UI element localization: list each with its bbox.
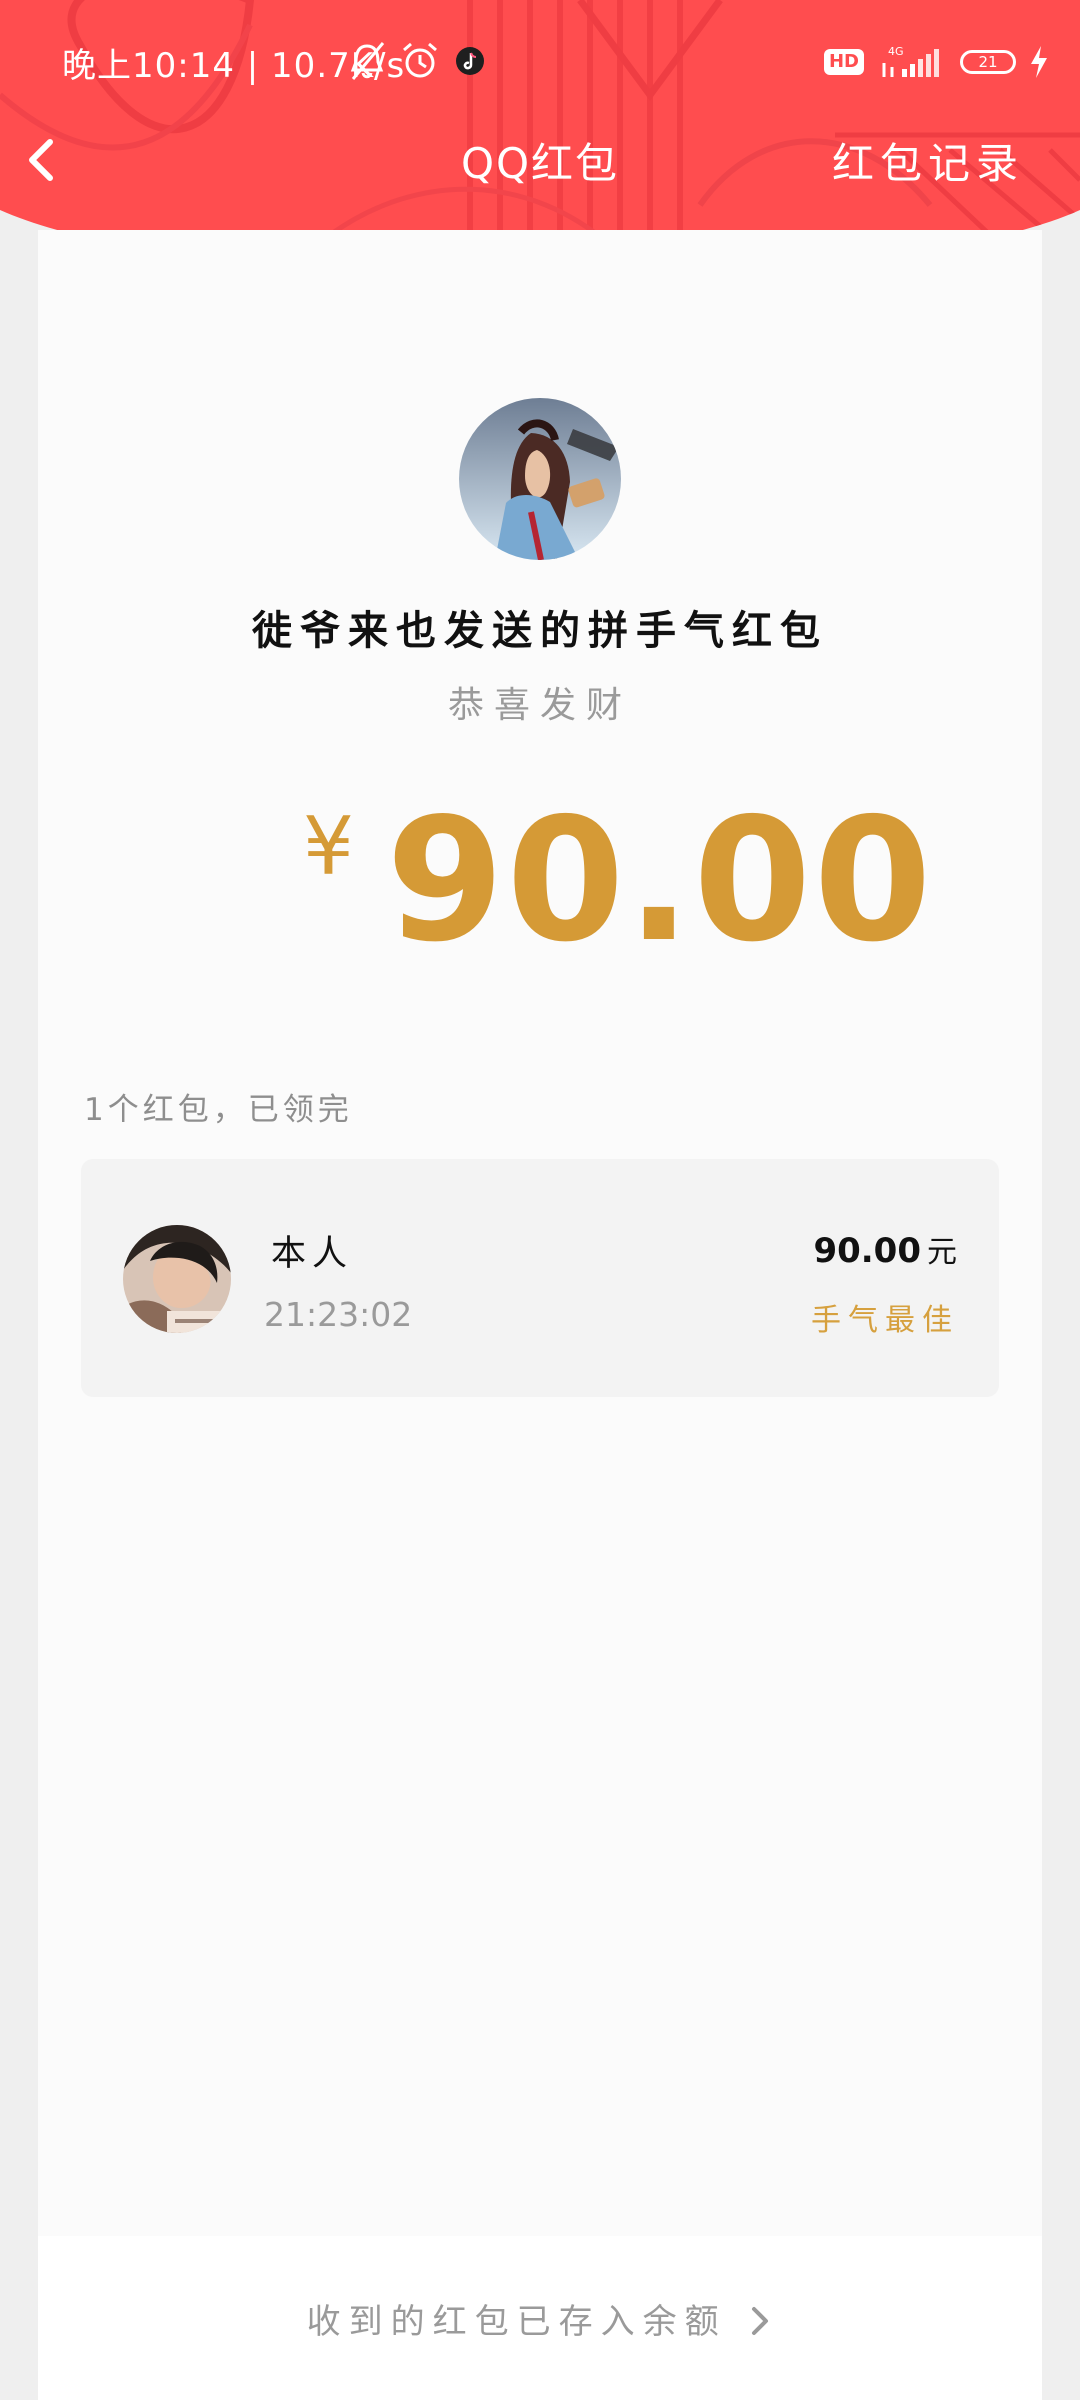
recipient-amount-number: 90.00 (813, 1231, 921, 1271)
alarm-clock-icon (403, 42, 437, 78)
claim-summary: 1个红包，已领完 (84, 1092, 353, 1128)
best-luck-badge: 手气最佳 (811, 1303, 959, 1338)
battery-level: 21 (978, 53, 998, 71)
recipient-row[interactable]: 本人 21:23:02 90.00 元 手气最佳 (81, 1159, 999, 1397)
balance-link[interactable]: 收到的红包已存入余额 (38, 2294, 1042, 2343)
status-icons-left (348, 36, 486, 86)
red-packet-detail-page: 晚上10:14 | 10.7K/s HD 4G 21 QQ红包 红包记录 徙爷来… (0, 0, 1080, 2400)
status-icons-right: HD 4G 21 (823, 40, 1050, 84)
sender-avatar[interactable] (459, 398, 621, 560)
chevron-right-icon (752, 2307, 769, 2335)
currency-symbol: ¥ (303, 800, 354, 893)
hd-badge: HD (823, 49, 864, 75)
battery-icon: 21 (960, 50, 1016, 74)
recipient-avatar[interactable] (123, 1225, 231, 1333)
charging-icon (1031, 46, 1047, 78)
status-bar: 晚上10:14 | 10.7K/s HD 4G 21 (0, 0, 1080, 120)
recipient-name: 本人 (271, 1234, 354, 1274)
red-packet-greeting: 恭喜发财 (447, 685, 632, 726)
tiktok-icon (456, 47, 484, 75)
network-label: 4G (888, 45, 904, 58)
nav-bar: QQ红包 红包记录 (0, 120, 1080, 200)
silent-bell-icon (350, 42, 385, 80)
total-amount: ¥ 90.00 (0, 782, 1080, 980)
balance-footer: 收到的红包已存入余额 (38, 2236, 1042, 2400)
sender-red-packet-title: 徙爷来也发送的拼手气红包 (252, 608, 828, 654)
red-packet-record-link[interactable]: 红包记录 (832, 130, 1024, 191)
signal-4g-icon: 4G (882, 45, 939, 77)
recipient-amount: 90.00 元 (813, 1227, 957, 1271)
balance-link-label: 收到的红包已存入余额 (306, 2302, 727, 2342)
recipient-time: 21:23:02 (264, 1295, 413, 1334)
recipient-amount-unit: 元 (927, 1235, 957, 1270)
amount-value: 90.00 (386, 782, 934, 980)
